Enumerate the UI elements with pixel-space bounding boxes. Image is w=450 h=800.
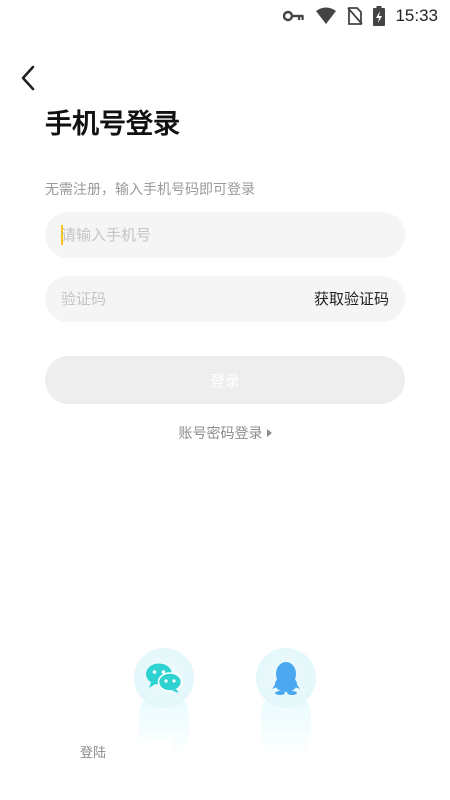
key-icon — [283, 10, 305, 22]
qq-icon — [272, 662, 300, 695]
password-login-label: 账号密码登录 — [178, 426, 263, 442]
code-input[interactable] — [61, 276, 291, 322]
caret-right-icon — [266, 429, 272, 437]
battery-charging-icon — [373, 6, 386, 26]
status-icons: 15:33 — [283, 6, 438, 26]
wechat-login-button[interactable] — [134, 648, 194, 708]
phone-field[interactable] — [45, 212, 405, 258]
get-code-button[interactable]: 获取验证码 — [314, 276, 389, 322]
agreement-text: 登陆 — [80, 746, 107, 761]
password-login-link[interactable]: 账号密码登录 — [0, 423, 450, 443]
status-time: 15:33 — [395, 6, 438, 25]
back-button[interactable] — [14, 64, 42, 92]
status-bar: 15:33 — [0, 0, 450, 32]
wifi-icon — [316, 7, 337, 24]
code-field[interactable]: 获取验证码 — [45, 276, 405, 322]
login-button[interactable]: 登录 — [45, 356, 405, 404]
no-sim-icon — [347, 7, 364, 25]
page-title: 手机号登录 — [45, 109, 180, 140]
wechat-icon — [146, 663, 183, 693]
phone-input[interactable] — [61, 212, 291, 258]
page-subtitle: 无需注册，输入手机号码即可登录 — [45, 182, 255, 198]
agreement-fade-overlay — [112, 738, 172, 764]
login-button-label: 登录 — [209, 371, 240, 390]
qq-login-button[interactable] — [256, 648, 316, 708]
chevron-left-icon — [21, 65, 35, 91]
